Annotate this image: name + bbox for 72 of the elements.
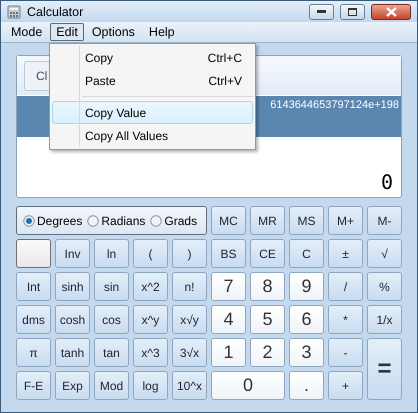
angle-radio[interactable]: Grads (150, 214, 198, 228)
function-button[interactable]: ( (133, 239, 168, 268)
function-button[interactable]: √ (367, 239, 402, 268)
digit-button[interactable]: 6 (289, 305, 324, 334)
function-button[interactable]: BS (211, 239, 246, 268)
menu-item[interactable]: Options (86, 23, 141, 41)
function-button[interactable]: ± (328, 239, 363, 268)
function-button[interactable]: Int (16, 272, 51, 301)
window-title: Calculator (27, 4, 84, 18)
function-button[interactable]: CE (250, 239, 285, 268)
result-value: 0 (380, 170, 393, 194)
minimize-button[interactable] (309, 4, 334, 20)
memory-button[interactable]: MR (250, 206, 285, 235)
function-button[interactable]: log (133, 371, 168, 400)
function-button[interactable]: + (328, 371, 363, 400)
menu-item[interactable]: Edit (50, 23, 84, 41)
function-button[interactable]: * (328, 305, 363, 334)
close-button[interactable] (371, 4, 411, 20)
blank-button[interactable] (16, 239, 51, 268)
digit-button[interactable]: 0 (211, 371, 285, 400)
function-button[interactable]: x√y (172, 305, 207, 334)
digit-button[interactable]: 8 (250, 272, 285, 301)
function-button[interactable]: % (367, 272, 402, 301)
function-button[interactable]: 10^x (172, 371, 207, 400)
menu-option[interactable]: Copy All Values (52, 124, 253, 147)
function-button[interactable]: 1/x (367, 305, 402, 334)
menu-item[interactable]: Help (142, 23, 181, 41)
digit-button[interactable]: 1 (211, 338, 246, 367)
function-button[interactable]: ln (94, 239, 129, 268)
digit-button[interactable]: 3 (289, 338, 324, 367)
angle-radio[interactable]: Radians (87, 214, 146, 228)
function-button[interactable]: ) (172, 239, 207, 268)
function-button[interactable]: / (328, 272, 363, 301)
minimize-icon (317, 10, 326, 13)
digit-button[interactable]: 9 (289, 272, 324, 301)
function-button[interactable]: cos (94, 305, 129, 334)
function-button[interactable]: x^3 (133, 338, 168, 367)
memory-button[interactable]: MS (289, 206, 324, 235)
memory-button[interactable]: M- (367, 206, 402, 235)
memory-button[interactable]: MC (211, 206, 246, 235)
menu-option[interactable]: Copy Value (52, 101, 253, 124)
memory-button[interactable]: M+ (328, 206, 363, 235)
calculator-icon (7, 4, 21, 18)
digit-button[interactable]: . (289, 371, 324, 400)
close-icon (386, 6, 396, 16)
menu-item[interactable]: Mode (5, 23, 48, 41)
function-button[interactable]: - (328, 338, 363, 367)
function-button[interactable]: tanh (55, 338, 90, 367)
function-button[interactable]: Mod (94, 371, 129, 400)
history-value: 6143644653797124e+198 (270, 99, 399, 111)
function-button[interactable]: n! (172, 272, 207, 301)
function-button[interactable]: π (16, 338, 51, 367)
digit-button[interactable]: 2 (250, 338, 285, 367)
digit-button[interactable]: 5 (250, 305, 285, 334)
function-button[interactable]: x^2 (133, 272, 168, 301)
function-button[interactable]: 3√x (172, 338, 207, 367)
function-button[interactable]: sinh (55, 272, 90, 301)
maximize-button[interactable] (340, 4, 365, 20)
function-button[interactable]: sin (94, 272, 129, 301)
digit-button[interactable]: 7 (211, 272, 246, 301)
maximize-icon (348, 8, 357, 16)
angle-radio[interactable]: Degrees (23, 214, 82, 228)
function-button[interactable]: Inv (55, 239, 90, 268)
function-button[interactable]: cosh (55, 305, 90, 334)
equals-button[interactable]: = (367, 338, 402, 400)
function-button[interactable]: C (289, 239, 324, 268)
function-button[interactable]: tan (94, 338, 129, 367)
function-button[interactable]: Exp (55, 371, 90, 400)
function-button[interactable]: x^y (133, 305, 168, 334)
function-button[interactable]: F-E (16, 371, 51, 400)
digit-button[interactable]: 4 (211, 305, 246, 334)
function-button[interactable]: dms (16, 305, 51, 334)
